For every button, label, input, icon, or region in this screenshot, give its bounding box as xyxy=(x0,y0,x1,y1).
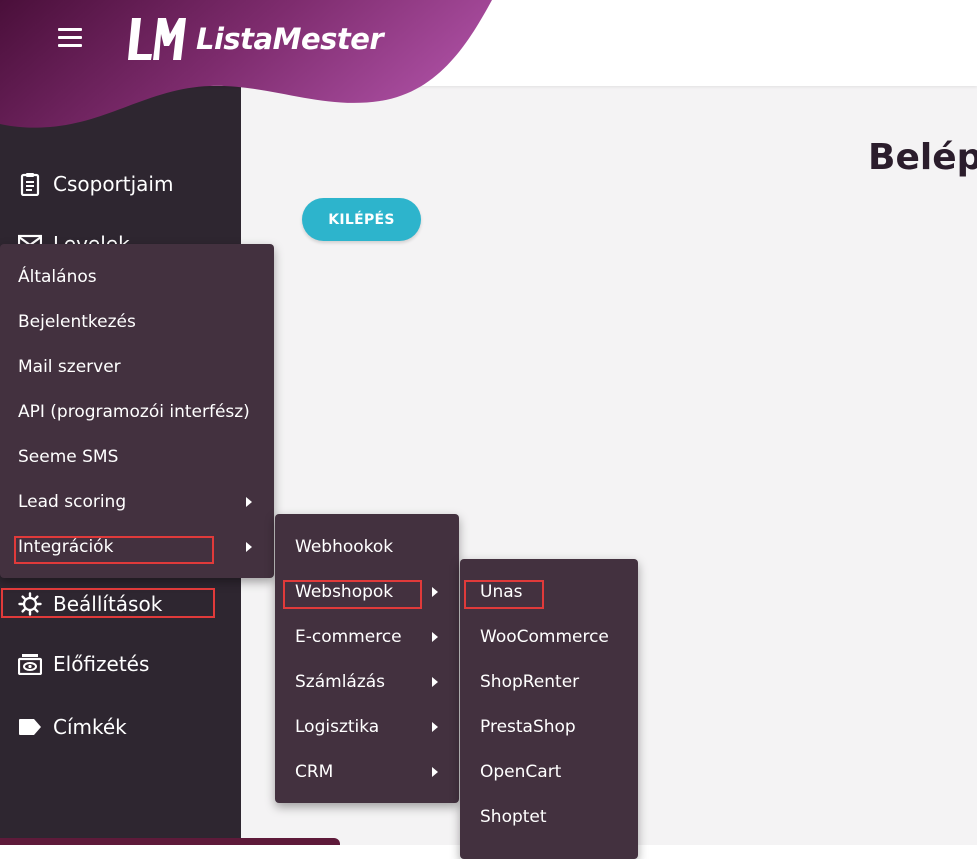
menu-item-label: Integrációk xyxy=(18,536,114,557)
menu-item-prestashop[interactable]: PrestaShop xyxy=(460,704,638,749)
sidebar-bottom-accent xyxy=(0,838,340,845)
menu-item-login[interactable]: Bejelentkezés xyxy=(0,299,274,344)
menu-item-label: Mail szerver xyxy=(18,356,121,377)
submenu-arrow-icon xyxy=(432,767,438,777)
submenu-arrow-icon xyxy=(432,587,438,597)
webshops-menu: Unas WooCommerce ShopRenter PrestaShop O… xyxy=(460,559,638,859)
sidebar-item-tags[interactable]: Címkék xyxy=(18,711,127,743)
clipboard-icon xyxy=(18,172,42,196)
menu-item-label: Unas xyxy=(480,581,523,602)
menu-item-label: Webshopok xyxy=(295,581,394,602)
submenu-arrow-icon xyxy=(432,632,438,642)
gear-icon xyxy=(18,592,42,616)
sidebar-item-settings[interactable]: Beállítások xyxy=(18,588,162,620)
sidebar-item-groups[interactable]: Csoportjaim xyxy=(18,168,173,200)
menu-item-shoptet[interactable]: Shoptet xyxy=(460,794,638,839)
menu-item-general[interactable]: Általános xyxy=(0,254,274,299)
menu-item-label: WooCommerce xyxy=(480,626,609,647)
sidebar-item-label: Beállítások xyxy=(53,592,163,616)
sidebar-item-subscription[interactable]: Előfizetés xyxy=(18,648,149,680)
menu-item-webshops[interactable]: Webshopok xyxy=(275,569,459,614)
brand-name: ListaMester xyxy=(196,22,384,56)
menu-item-invoicing[interactable]: Számlázás xyxy=(275,659,459,704)
settings-menu: Általános Bejelentkezés Mail szerver API… xyxy=(0,244,274,578)
menu-item-label: CRM xyxy=(295,761,334,782)
menu-item-label: Lead scoring xyxy=(18,491,127,512)
menu-item-lead-scoring[interactable]: Lead scoring xyxy=(0,479,274,524)
menu-toggle-button[interactable] xyxy=(58,28,82,48)
submenu-arrow-icon xyxy=(246,542,252,552)
menu-item-label: Bejelentkezés xyxy=(18,311,136,332)
submenu-arrow-icon xyxy=(432,722,438,732)
menu-item-shoprenter[interactable]: ShopRenter xyxy=(460,659,638,704)
menu-item-integrations[interactable]: Integrációk xyxy=(0,524,274,569)
subscription-icon xyxy=(18,652,42,676)
menu-item-label: OpenCart xyxy=(480,761,562,782)
menu-item-seeme-sms[interactable]: Seeme SMS xyxy=(0,434,274,479)
menu-item-label: ShopRenter xyxy=(480,671,580,692)
sidebar-item-label: Címkék xyxy=(53,715,127,739)
menu-item-unas[interactable]: Unas xyxy=(460,569,638,614)
sidebar-item-label: Csoportjaim xyxy=(53,172,174,196)
logo-mark-icon xyxy=(128,18,186,60)
menu-item-opencart[interactable]: OpenCart xyxy=(460,749,638,794)
menu-item-label: Shoptet xyxy=(480,806,547,827)
menu-item-api[interactable]: API (programozói interfész) xyxy=(0,389,274,434)
menu-item-label: E-commerce xyxy=(295,626,402,647)
brand-logo[interactable]: ListaMester xyxy=(128,16,384,62)
menu-item-logistics[interactable]: Logisztika xyxy=(275,704,459,749)
menu-item-label: Általános xyxy=(18,266,97,287)
tag-icon xyxy=(18,715,42,739)
logout-button[interactable]: KILÉPÉS xyxy=(302,198,421,241)
sidebar-item-label: Előfizetés xyxy=(53,652,150,676)
menu-item-label: Számlázás xyxy=(295,671,386,692)
integrations-menu: Webhookok Webshopok E-commerce Számlázás… xyxy=(275,514,459,803)
menu-item-label: API (programozói interfész) xyxy=(18,401,250,422)
menu-item-webhooks[interactable]: Webhookok xyxy=(275,524,459,569)
menu-item-woocommerce[interactable]: WooCommerce xyxy=(460,614,638,659)
menu-item-ecommerce[interactable]: E-commerce xyxy=(275,614,459,659)
menu-item-label: Seeme SMS xyxy=(18,446,119,467)
menu-item-crm[interactable]: CRM xyxy=(275,749,459,794)
submenu-arrow-icon xyxy=(432,677,438,687)
submenu-arrow-icon xyxy=(246,497,252,507)
menu-item-label: Logisztika xyxy=(295,716,380,737)
menu-item-label: PrestaShop xyxy=(480,716,576,737)
menu-item-label: Webhookok xyxy=(295,536,394,557)
page-title: Belépé xyxy=(868,137,977,178)
menu-item-mail-server[interactable]: Mail szerver xyxy=(0,344,274,389)
